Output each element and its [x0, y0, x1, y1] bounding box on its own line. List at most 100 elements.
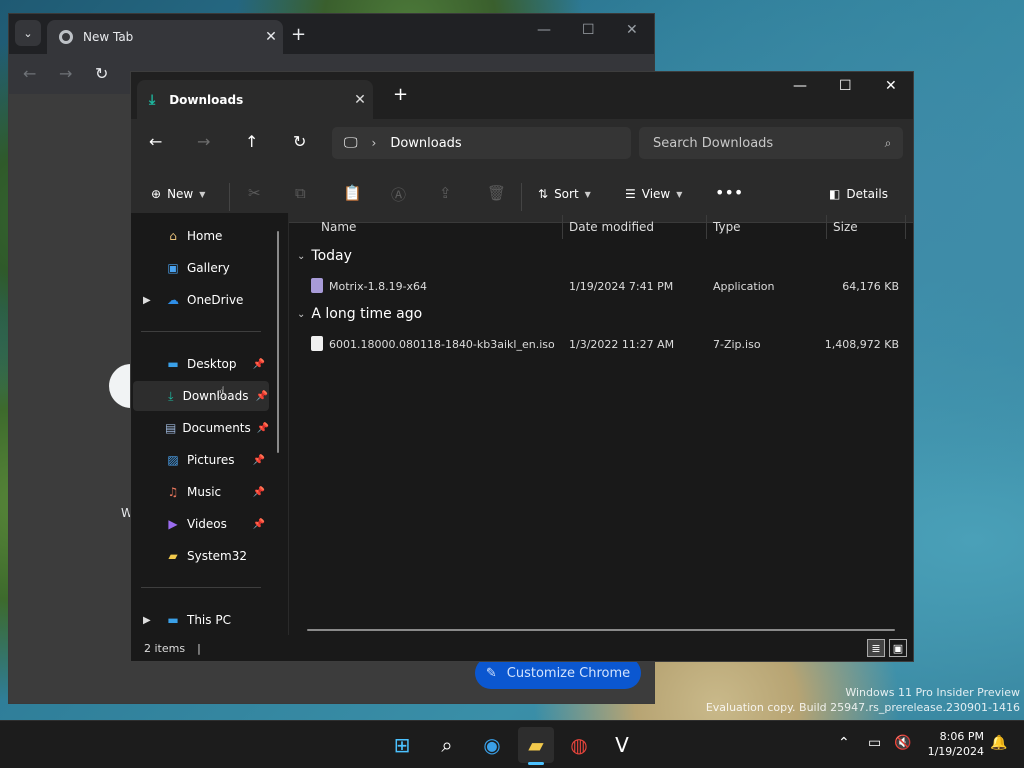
maximize-icon[interactable]: ☐	[839, 78, 852, 94]
column-separator[interactable]	[826, 215, 827, 239]
chevron-up-icon[interactable]: ⌃	[838, 735, 850, 751]
cut-button[interactable]: ✂	[248, 184, 261, 202]
explorer-tab-title: Downloads	[169, 92, 244, 107]
group-header-long-ago[interactable]: ⌄ A long time ago	[297, 306, 422, 322]
nav-item-onedrive[interactable]: ▶ ☁ OneDrive	[133, 285, 269, 315]
close-window-icon[interactable]: ✕	[626, 22, 638, 38]
file-date: 1/19/2024 7:41 PM	[569, 280, 674, 293]
nav-item-videos[interactable]: ▶ Videos 📌	[133, 509, 269, 539]
nav-item-label: This PC	[187, 613, 231, 627]
file-explorer-window: ⤓ Downloads ✕ + — ☐ ✕ ← → ↑ ↻ 🖵 › Downlo…	[130, 71, 914, 662]
close-icon[interactable]: ✕	[347, 92, 373, 108]
address-bar[interactable]: 🖵 › Downloads	[332, 127, 631, 159]
pin-icon[interactable]: 📌	[249, 455, 269, 466]
back-arrow-icon[interactable]: ←	[149, 132, 162, 151]
search-icon[interactable]: ⌕	[873, 136, 903, 151]
forward-arrow-icon[interactable]: →	[59, 64, 72, 83]
chevron-right-icon[interactable]: ▶	[143, 615, 151, 626]
pin-icon[interactable]: 📌	[257, 423, 269, 434]
nav-divider	[141, 587, 261, 588]
tab-search-chevron-icon[interactable]: ⌄	[15, 20, 41, 46]
share-icon: ⇪	[439, 184, 452, 202]
column-separator[interactable]	[706, 215, 707, 239]
clipboard-icon: 📋	[343, 184, 362, 202]
pin-icon[interactable]: 📌	[249, 359, 269, 370]
command-separator	[521, 183, 522, 211]
group-header-today[interactable]: ⌄ Today	[297, 248, 352, 264]
rename-button[interactable]: Ⓐ	[391, 184, 406, 205]
details-pane-icon: ◧	[829, 187, 841, 201]
file-list-scrollbar[interactable]	[307, 629, 895, 631]
pin-icon[interactable]: 📌	[249, 487, 269, 498]
notification-bell-icon[interactable]: 🔔	[990, 735, 1007, 751]
forward-arrow-icon[interactable]: →	[197, 132, 210, 151]
nav-item-desktop[interactable]: ▬ Desktop 📌	[133, 349, 269, 379]
details-button[interactable]: ◧ Details	[829, 187, 888, 201]
nav-item-documents[interactable]: ▤ Documents 📌	[133, 413, 269, 443]
speaker-muted-icon[interactable]: 🔇	[894, 735, 911, 751]
home-icon: ⌂	[169, 229, 177, 243]
view-label: View	[641, 187, 671, 201]
share-button[interactable]: ⇪	[439, 184, 452, 202]
column-header-type[interactable]: Type	[713, 213, 741, 241]
system-clock[interactable]: 8:06 PM 1/19/2024	[920, 729, 984, 759]
picture-icon: ▨	[167, 453, 179, 467]
pin-icon[interactable]: 📌	[255, 391, 270, 402]
pin-icon[interactable]: 📌	[249, 519, 269, 530]
back-arrow-icon[interactable]: ←	[23, 64, 36, 83]
file-row[interactable]: Motrix-1.8.19-x64 1/19/2024 7:41 PM Appl…	[291, 274, 911, 300]
more-options-icon[interactable]: •••	[715, 183, 743, 202]
paste-button[interactable]: 📋	[343, 184, 362, 202]
column-separator[interactable]	[905, 215, 906, 239]
nav-item-pictures[interactable]: ▨ Pictures 📌	[133, 445, 269, 475]
explorer-body: ⌂ Home ▣ Gallery ▶ ☁ OneDrive ▬ Desktop …	[131, 213, 913, 637]
sort-button[interactable]: ⇅ Sort ▼	[538, 187, 591, 201]
details-view-icon[interactable]: ≣	[867, 639, 885, 657]
column-header-date-modified[interactable]: Date modified	[569, 213, 654, 241]
view-button[interactable]: ☰ View ▼	[625, 187, 682, 201]
nav-pane-scrollbar[interactable]	[277, 231, 279, 453]
desktop-icon: ▬	[167, 357, 179, 371]
nav-item-music[interactable]: ♫ Music 📌	[133, 477, 269, 507]
breadcrumb-downloads[interactable]: Downloads	[390, 136, 461, 151]
new-tab-plus-icon[interactable]: +	[393, 84, 408, 105]
new-button[interactable]: ⊕ New ▼	[151, 187, 205, 201]
file-explorer-icon[interactable]: ▰	[518, 727, 554, 763]
delete-button[interactable]: 🗑	[487, 184, 506, 202]
minimize-icon[interactable]: —	[537, 22, 551, 38]
up-arrow-icon[interactable]: ↑	[245, 132, 258, 151]
nav-item-gallery[interactable]: ▣ Gallery	[133, 253, 269, 283]
music-icon: ♫	[167, 485, 179, 499]
file-row[interactable]: 6001.18000.080118-1840-kb3aikl_en.iso 1/…	[291, 332, 911, 358]
column-separator[interactable]	[562, 215, 563, 239]
active-app-indicator	[528, 762, 544, 765]
chrome-tab-new-tab[interactable]: New Tab ✕	[47, 20, 283, 54]
reload-icon[interactable]: ↻	[95, 64, 108, 83]
nav-item-this-pc[interactable]: ▶ ▬ This PC	[133, 605, 269, 635]
search-box[interactable]: ⌕	[639, 127, 903, 159]
chevron-right-icon[interactable]: ▶	[143, 295, 151, 306]
tiles-view-icon[interactable]: ▣	[889, 639, 907, 657]
chevron-right-icon[interactable]: ›	[372, 136, 377, 150]
maximize-icon[interactable]: ☐	[582, 22, 595, 38]
pane-splitter[interactable]	[288, 213, 289, 637]
minimize-icon[interactable]: —	[793, 78, 807, 94]
nav-item-home[interactable]: ⌂ Home	[133, 221, 269, 251]
column-header-name[interactable]: Name	[321, 213, 356, 241]
start-windows-icon[interactable]: ⊞	[384, 727, 420, 763]
search-icon[interactable]: ⌕	[429, 727, 465, 763]
column-header-size[interactable]: Size	[833, 213, 858, 241]
edge-preview-icon[interactable]: ◉	[474, 727, 510, 763]
close-window-icon[interactable]: ✕	[885, 78, 897, 94]
refresh-icon[interactable]: ↻	[293, 132, 306, 151]
close-icon[interactable]: ✕	[259, 29, 283, 45]
search-input[interactable]	[653, 135, 873, 151]
vim-icon[interactable]: V	[604, 727, 640, 763]
nav-item-system32[interactable]: ▰ System32	[133, 541, 269, 571]
copy-button[interactable]: ⧉	[295, 184, 306, 202]
nav-item-downloads[interactable]: ⤓ Downloads 📌	[133, 381, 269, 411]
chrome-icon[interactable]: ◍	[561, 727, 597, 763]
network-icon[interactable]: ▭	[868, 735, 881, 751]
explorer-tab-downloads[interactable]: ⤓ Downloads ✕	[137, 80, 373, 119]
new-tab-plus-icon[interactable]: +	[291, 24, 306, 45]
